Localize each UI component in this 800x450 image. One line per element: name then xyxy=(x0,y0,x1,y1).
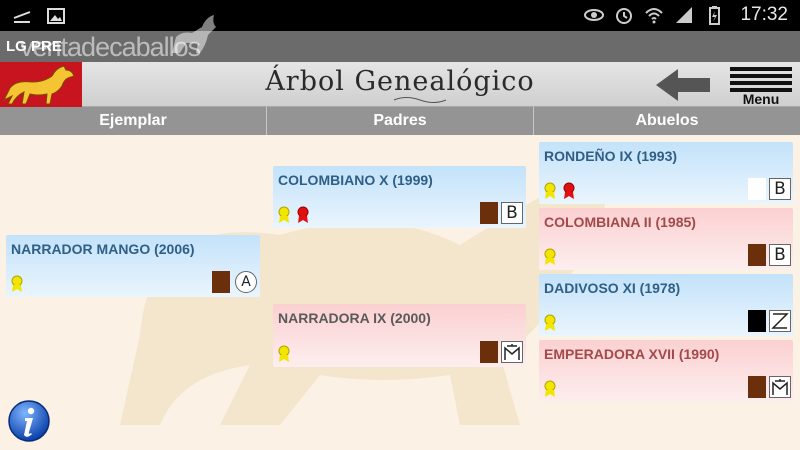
horse-name: COLOMBIANO X (1999) xyxy=(278,172,433,188)
brand-mark xyxy=(769,310,791,332)
horse-card-ejemplar[interactable]: NARRADOR MANGO (2006) A xyxy=(6,235,260,297)
wifi-icon xyxy=(645,8,664,24)
z-brand-icon xyxy=(771,313,789,329)
horse-card-abuela-materna[interactable]: EMPERADORA XVII (1990) xyxy=(539,340,793,402)
column-headers: Ejemplar Padres Abuelos xyxy=(0,107,800,135)
coat-color-swatch xyxy=(212,271,230,293)
tower-brand-icon xyxy=(772,379,788,395)
yellow-medal-icon xyxy=(278,206,290,223)
image-icon xyxy=(47,8,65,24)
brand-mark: A xyxy=(235,271,257,293)
alarm-icon xyxy=(616,8,633,24)
signal-icon xyxy=(676,7,693,23)
brand-mark: B xyxy=(769,178,791,200)
pedigree-tree: NARRADOR MANGO (2006) A COLOMBIANO X (19… xyxy=(0,135,800,450)
coat-color-swatch xyxy=(480,341,498,363)
tower-brand-icon xyxy=(504,344,520,360)
brand-mark: B xyxy=(769,244,791,266)
coat-color-swatch xyxy=(748,376,766,398)
status-bar: 17:32 xyxy=(0,0,800,31)
app-title: LG PRE xyxy=(6,38,62,55)
brand-mark: B xyxy=(501,202,523,224)
column-header-ejemplar: Ejemplar xyxy=(0,107,267,135)
red-medal-icon xyxy=(297,206,309,223)
battery-charging-icon xyxy=(709,6,721,25)
yellow-medal-icon xyxy=(544,314,556,331)
horse-name: RONDEÑO IX (1993) xyxy=(544,148,678,164)
coat-color-swatch xyxy=(480,202,498,224)
yellow-medal-icon xyxy=(544,248,556,265)
horse-card-madre[interactable]: NARRADORA IX (2000) xyxy=(273,304,526,367)
yellow-medal-icon xyxy=(544,182,556,199)
app-action-bar: ventadecaballos LG PRE xyxy=(0,15,800,62)
info-button[interactable] xyxy=(7,399,51,443)
horse-name: NARRADOR MANGO (2006) xyxy=(11,241,195,257)
horse-card-abuelo-materno[interactable]: DADIVOSO XI (1978) xyxy=(539,274,793,336)
brand-mark xyxy=(501,341,523,363)
coat-color-swatch xyxy=(748,178,766,200)
back-arrow-button[interactable] xyxy=(654,67,714,103)
horse-card-abuela-paterna[interactable]: COLOMBIANA II (1985) B xyxy=(539,208,793,270)
menu-bar-icon xyxy=(730,67,792,71)
yellow-medal-icon xyxy=(11,275,23,292)
horse-card-abuelo-paterno[interactable]: RONDEÑO IX (1993) B xyxy=(539,142,793,204)
title-ornament-icon xyxy=(393,97,447,103)
column-header-padres: Padres xyxy=(267,107,534,135)
horse-name: NARRADORA IX (2000) xyxy=(278,310,431,326)
page-header: Árbol Genealógico Menu xyxy=(0,62,800,107)
coat-color-swatch xyxy=(748,310,766,332)
menu-button[interactable]: Menu xyxy=(725,65,797,107)
horse-card-padre[interactable]: COLOMBIANO X (1999) B xyxy=(273,166,526,228)
menu-bar-icon xyxy=(730,74,792,78)
horse-watermark-icon xyxy=(172,15,216,53)
horse-name: COLOMBIANA II (1985) xyxy=(544,214,696,230)
yellow-medal-icon xyxy=(278,345,290,362)
coat-color-swatch xyxy=(748,244,766,266)
brand-mark xyxy=(769,376,791,398)
menu-bar-icon xyxy=(730,81,792,85)
horse-name: EMPERADORA XVII (1990) xyxy=(544,346,720,362)
usb-debug-icon xyxy=(13,11,31,23)
clock: 17:32 xyxy=(740,4,788,25)
column-header-abuelos: Abuelos xyxy=(635,112,699,129)
horse-name: DADIVOSO XI (1978) xyxy=(544,280,681,296)
red-medal-icon xyxy=(563,182,575,199)
eye-icon xyxy=(584,9,605,21)
yellow-medal-icon xyxy=(544,380,556,397)
menu-label: Menu xyxy=(742,91,780,107)
